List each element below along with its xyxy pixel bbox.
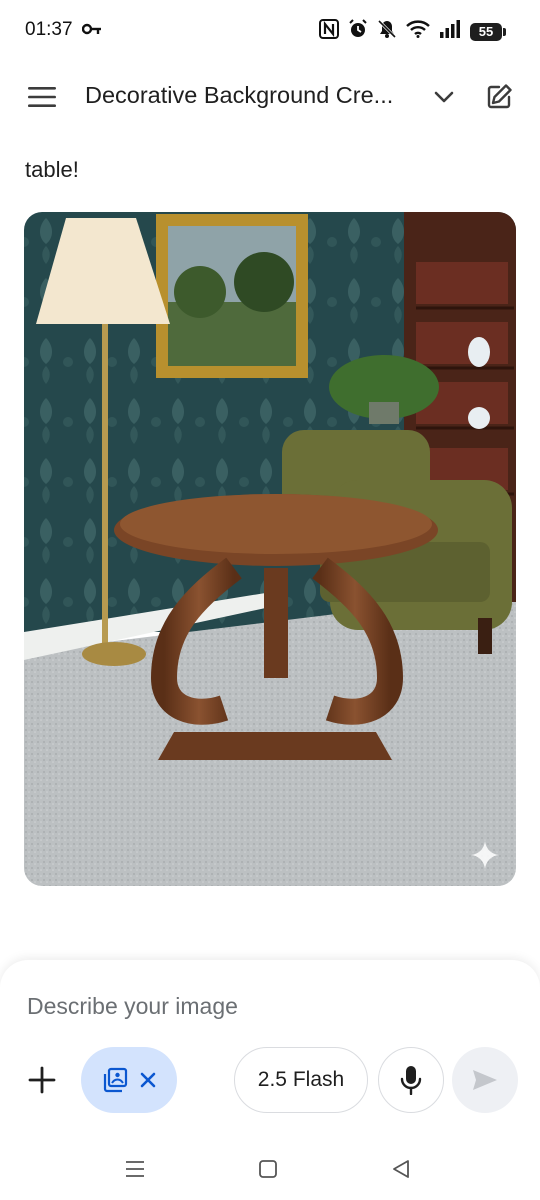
recents-button[interactable] — [120, 1154, 150, 1184]
send-icon — [473, 1070, 497, 1090]
status-icons: 55 — [319, 19, 506, 44]
sparkle-icon — [470, 840, 500, 870]
back-icon — [393, 1160, 409, 1178]
key-icon — [81, 22, 102, 41]
home-icon — [259, 1160, 277, 1178]
home-button[interactable] — [253, 1154, 283, 1184]
signal-icon — [439, 20, 461, 43]
edit-icon — [487, 84, 512, 109]
bell-off-icon — [377, 19, 397, 44]
generated-image[interactable] — [24, 212, 516, 886]
recents-icon — [126, 1161, 144, 1177]
image-gallery-icon — [103, 1067, 128, 1093]
status-time: 01:37 — [25, 19, 73, 40]
plus-icon — [28, 1066, 56, 1094]
image-tool-chip[interactable] — [81, 1047, 177, 1113]
wifi-icon — [406, 20, 430, 43]
close-icon[interactable] — [140, 1072, 156, 1088]
model-selector-button[interactable]: 2.5 Flash — [234, 1047, 368, 1113]
top-app-bar: Decorative Background Cre... — [0, 68, 540, 126]
add-button[interactable] — [22, 1060, 62, 1100]
status-bar: 01:37 55 — [0, 0, 540, 62]
menu-button[interactable] — [20, 78, 64, 116]
send-button[interactable] — [452, 1047, 518, 1113]
microphone-icon — [400, 1066, 422, 1095]
chat-title[interactable]: Decorative Background Cre... — [85, 82, 420, 109]
new-chat-button[interactable] — [482, 80, 516, 114]
message-text: table! — [25, 157, 79, 182]
alarm-icon — [348, 19, 368, 44]
battery-icon: 55 — [470, 22, 506, 41]
prompt-input[interactable] — [27, 993, 487, 1020]
chevron-down-icon — [434, 91, 454, 103]
system-nav-bar — [0, 1140, 540, 1200]
title-dropdown-button[interactable] — [430, 83, 458, 111]
back-button[interactable] — [386, 1154, 416, 1184]
menu-icon — [28, 87, 56, 107]
nfc-icon — [319, 19, 339, 44]
microphone-button[interactable] — [378, 1047, 444, 1113]
